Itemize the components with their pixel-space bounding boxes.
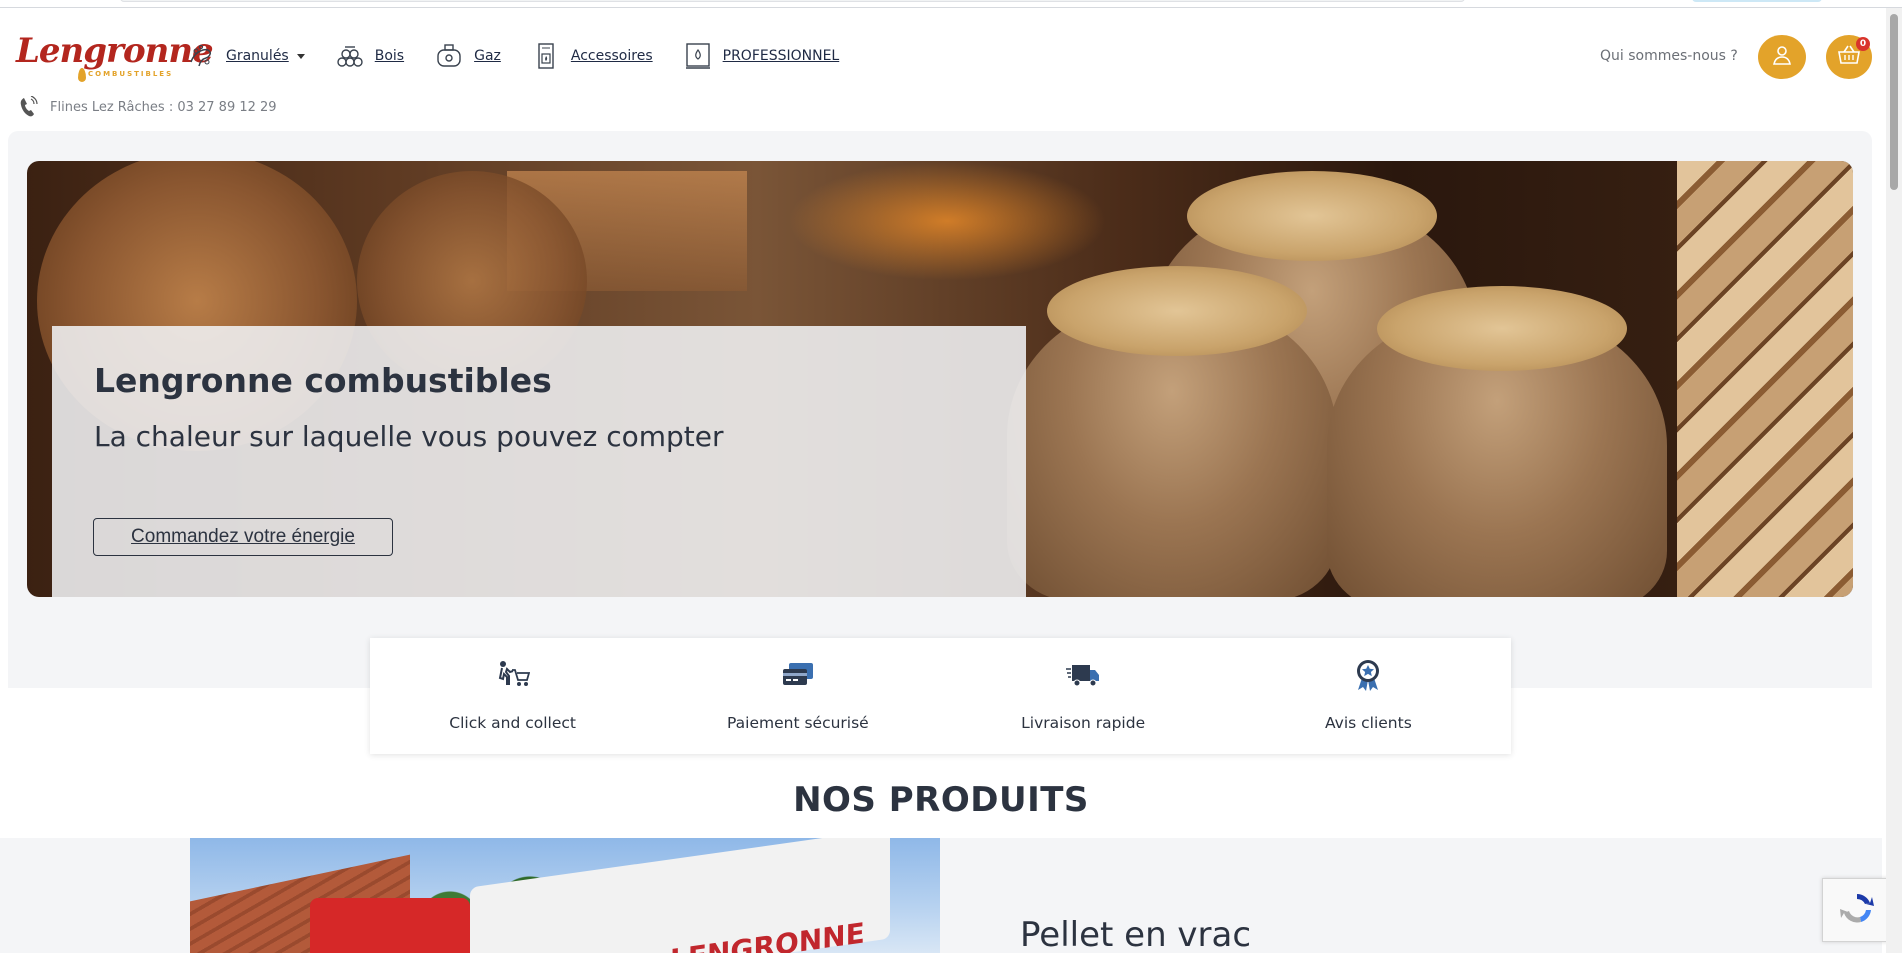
hero-subtitle: La chaleur sur laquelle vous pouvez comp… xyxy=(94,420,724,453)
scrollbar-thumb[interactable] xyxy=(1890,14,1898,190)
nav-label-granules: Granulés xyxy=(226,48,289,64)
hero-banner: Lengronne combustibles La chaleur sur la… xyxy=(27,161,1853,597)
award-badge-icon xyxy=(1351,658,1385,692)
feature-label: Avis clients xyxy=(1324,714,1412,732)
user-icon xyxy=(1772,45,1792,69)
about-link[interactable]: Qui sommes-nous ? xyxy=(1600,48,1738,64)
feature-label: Click and collect xyxy=(449,714,576,732)
nav-label-accessoires: Accessoires xyxy=(570,48,653,64)
wood-logs-icon xyxy=(335,41,365,71)
feature-label: Livraison rapide xyxy=(1021,714,1146,732)
recaptcha-badge[interactable] xyxy=(1822,878,1892,942)
click-collect-icon xyxy=(496,658,530,692)
feature-click-collect[interactable]: Click and collect xyxy=(370,638,655,754)
hero-photo-split-logs xyxy=(1677,161,1853,597)
hero-photo-pellets xyxy=(1187,171,1437,261)
account-button[interactable] xyxy=(1758,35,1806,79)
product-photo-truck-cab xyxy=(310,898,470,953)
product-image-pellet-truck[interactable]: LENGRONNE xyxy=(190,838,940,953)
phone-contact[interactable]: Flines Lez Râches : 03 27 89 12 29 xyxy=(18,95,277,118)
pellets-icon xyxy=(186,41,216,71)
nav-label-professionnel: PROFESSIONNEL xyxy=(722,48,840,64)
feature-fast-delivery[interactable]: Livraison rapide xyxy=(941,638,1226,754)
feature-label: Paiement sécurisé xyxy=(727,714,869,732)
phone-text: Flines Lez Râches : 03 27 89 12 29 xyxy=(50,99,277,115)
nav-label-gaz: Gaz xyxy=(474,48,501,64)
recaptcha-icon xyxy=(1839,890,1875,930)
phone-icon xyxy=(18,95,38,118)
page-scrollbar[interactable] xyxy=(1886,8,1902,953)
site-logo[interactable]: Lengronne COMBUSTIBLES xyxy=(16,31,214,86)
hero-photo-pellets xyxy=(1377,286,1627,371)
feature-secure-payment[interactable]: Paiement sécurisé xyxy=(655,638,940,754)
stove-icon xyxy=(531,41,561,71)
nav-item-professionnel[interactable]: PROFESSIONNEL xyxy=(683,41,840,71)
logo-wordmark: Lengronne xyxy=(16,31,214,71)
pallet-sack-icon xyxy=(683,41,713,71)
cart-button[interactable]: 0 xyxy=(1826,35,1872,79)
chevron-down-icon xyxy=(296,53,305,59)
browser-address-bar[interactable] xyxy=(120,0,1465,2)
nav-label-bois: Bois xyxy=(374,48,405,64)
cart-count-badge: 0 xyxy=(1856,37,1870,51)
delivery-truck-icon xyxy=(1066,658,1100,692)
feature-customer-reviews[interactable]: Avis clients xyxy=(1226,638,1511,754)
credit-card-icon xyxy=(781,658,815,692)
main-nav: Granulés Bois Gaz Accessoires PROFESSION… xyxy=(186,38,869,74)
product-title[interactable]: Pellet en vrac xyxy=(1020,915,1251,955)
order-energy-button[interactable]: Commandez votre énergie xyxy=(93,518,393,556)
browser-action-pill[interactable] xyxy=(1692,0,1822,2)
products-section-title: NOS PRODUITS xyxy=(793,780,1089,820)
features-bar: Click and collect Paiement sécurisé Livr… xyxy=(370,638,1511,754)
nav-item-bois[interactable]: Bois xyxy=(335,41,404,71)
browser-top-strip xyxy=(0,0,1902,8)
hero-title: Lengronne combustibles xyxy=(94,361,552,400)
hero-photo-fire-glow xyxy=(787,161,1107,281)
hero-photo-pellets xyxy=(1047,266,1307,356)
flame-icon xyxy=(78,68,86,82)
nav-item-gaz[interactable]: Gaz xyxy=(434,41,501,71)
site-header: Lengronne COMBUSTIBLES Granulés Bois Gaz xyxy=(0,8,1882,128)
gas-bottle-icon xyxy=(434,41,464,71)
nav-item-accessoires[interactable]: Accessoires xyxy=(531,41,653,71)
logo-subtitle: COMBUSTIBLES xyxy=(88,70,174,78)
nav-item-granules[interactable]: Granulés xyxy=(186,41,305,71)
